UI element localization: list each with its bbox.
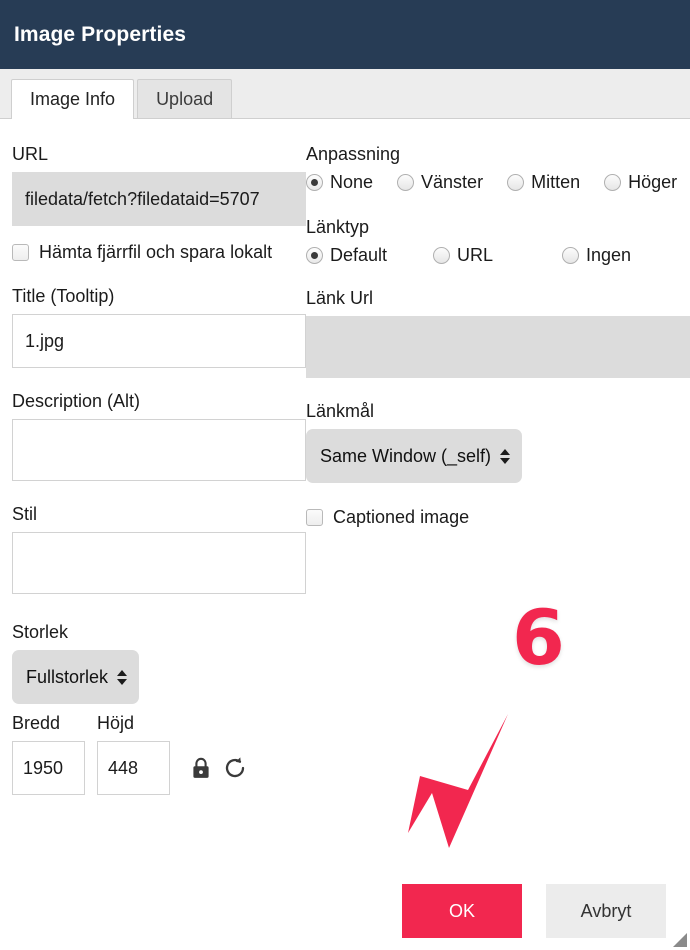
- description-alt-label: Description (Alt): [12, 391, 141, 411]
- radio-indicator: [507, 174, 525, 191]
- size-row: Bredd Höjd: [12, 712, 307, 795]
- dialog-header: Image Properties: [0, 0, 690, 69]
- title-tooltip-label: Title (Tooltip): [12, 286, 115, 306]
- anpassning-option-hoger-label: Höger: [628, 172, 678, 192]
- captioned-image-label: Captioned image: [333, 507, 470, 527]
- lanktyp-option-ingen[interactable]: Ingen: [562, 245, 631, 266]
- anpassning-option-mitten[interactable]: Mitten: [507, 172, 580, 193]
- anpassning-option-vanster-label: Vänster: [421, 172, 484, 192]
- left-column: URL Hämta fjärrfil och spara lokalt Titl…: [12, 143, 307, 795]
- captioned-image-row[interactable]: Captioned image: [306, 507, 690, 528]
- lanktyp-option-url[interactable]: URL: [433, 245, 562, 266]
- anpassning-option-mitten-label: Mitten: [531, 172, 581, 192]
- chevron-updown-icon: [500, 448, 511, 464]
- anpassning-option-none-label: None: [330, 172, 374, 192]
- page-title: Image Properties: [14, 22, 186, 46]
- radio-indicator: [397, 174, 415, 191]
- right-column: Anpassning None Vänster Mitten Höger Län…: [306, 143, 690, 528]
- ok-button[interactable]: OK: [402, 884, 522, 938]
- bredd-input[interactable]: [12, 741, 85, 795]
- bredd-group: Bredd: [12, 712, 85, 795]
- lankmal-label: Länkmål: [306, 401, 375, 421]
- fetch-remote-label: Hämta fjärrfil och spara lokalt: [39, 242, 273, 262]
- hojd-label: Höjd: [97, 713, 135, 733]
- lanktyp-label: Länktyp: [306, 217, 370, 237]
- reset-icon[interactable]: [220, 741, 250, 795]
- fetch-remote-row[interactable]: Hämta fjärrfil och spara lokalt: [12, 242, 307, 263]
- tab-image-info-label: Image Info: [30, 89, 116, 109]
- lankmal-select-value: Same Window (_self): [320, 445, 492, 466]
- chevron-updown-icon: [117, 669, 128, 685]
- bredd-label: Bredd: [12, 713, 61, 733]
- anpassning-option-vanster[interactable]: Vänster: [397, 172, 483, 193]
- captioned-image-checkbox[interactable]: [306, 509, 323, 526]
- lanktyp-option-default[interactable]: Default: [306, 245, 433, 266]
- tab-upload-label: Upload: [156, 89, 214, 109]
- fetch-remote-checkbox[interactable]: [12, 244, 29, 261]
- tab-image-info[interactable]: Image Info: [11, 79, 135, 119]
- title-tooltip-input[interactable]: [12, 314, 306, 368]
- lanktyp-radio-group: Default URL Ingen: [306, 245, 690, 266]
- tab-strip: Image Info Upload: [0, 69, 690, 119]
- resize-grip[interactable]: [670, 930, 688, 948]
- lanktyp-option-url-label: URL: [457, 245, 494, 265]
- cancel-button[interactable]: Avbryt: [546, 884, 666, 938]
- radio-indicator: [306, 174, 323, 191]
- stil-label: Stil: [12, 504, 38, 524]
- lock-icon[interactable]: [186, 741, 216, 795]
- lank-url-input[interactable]: [306, 316, 690, 378]
- storlek-label: Storlek: [12, 622, 69, 642]
- anpassning-option-none[interactable]: None: [306, 172, 373, 193]
- radio-indicator: [306, 247, 323, 264]
- dialog-body: URL Hämta fjärrfil och spara lokalt Titl…: [0, 119, 690, 950]
- storlek-select-value: Fullstorlek: [26, 666, 109, 687]
- anpassning-radio-group: None Vänster Mitten Höger: [306, 172, 690, 193]
- radio-indicator: [433, 247, 450, 264]
- description-alt-input[interactable]: [12, 419, 306, 481]
- hojd-group: Höjd: [97, 712, 170, 795]
- footer-buttons: OK Avbryt: [402, 884, 666, 938]
- url-label: URL: [12, 144, 49, 164]
- tab-upload[interactable]: Upload: [137, 79, 233, 118]
- storlek-select[interactable]: Fullstorlek: [12, 650, 140, 704]
- radio-indicator: [604, 174, 622, 191]
- hojd-input[interactable]: [97, 741, 170, 795]
- lanktyp-option-default-label: Default: [330, 245, 388, 265]
- url-input[interactable]: [12, 172, 306, 226]
- lanktyp-option-ingen-label: Ingen: [586, 245, 632, 265]
- stil-input[interactable]: [12, 532, 306, 594]
- radio-indicator: [562, 247, 579, 264]
- anpassning-option-hoger[interactable]: Höger: [604, 172, 677, 193]
- lankmal-select[interactable]: Same Window (_self): [306, 429, 523, 483]
- lank-url-label: Länk Url: [306, 288, 374, 308]
- anpassning-label: Anpassning: [306, 144, 401, 164]
